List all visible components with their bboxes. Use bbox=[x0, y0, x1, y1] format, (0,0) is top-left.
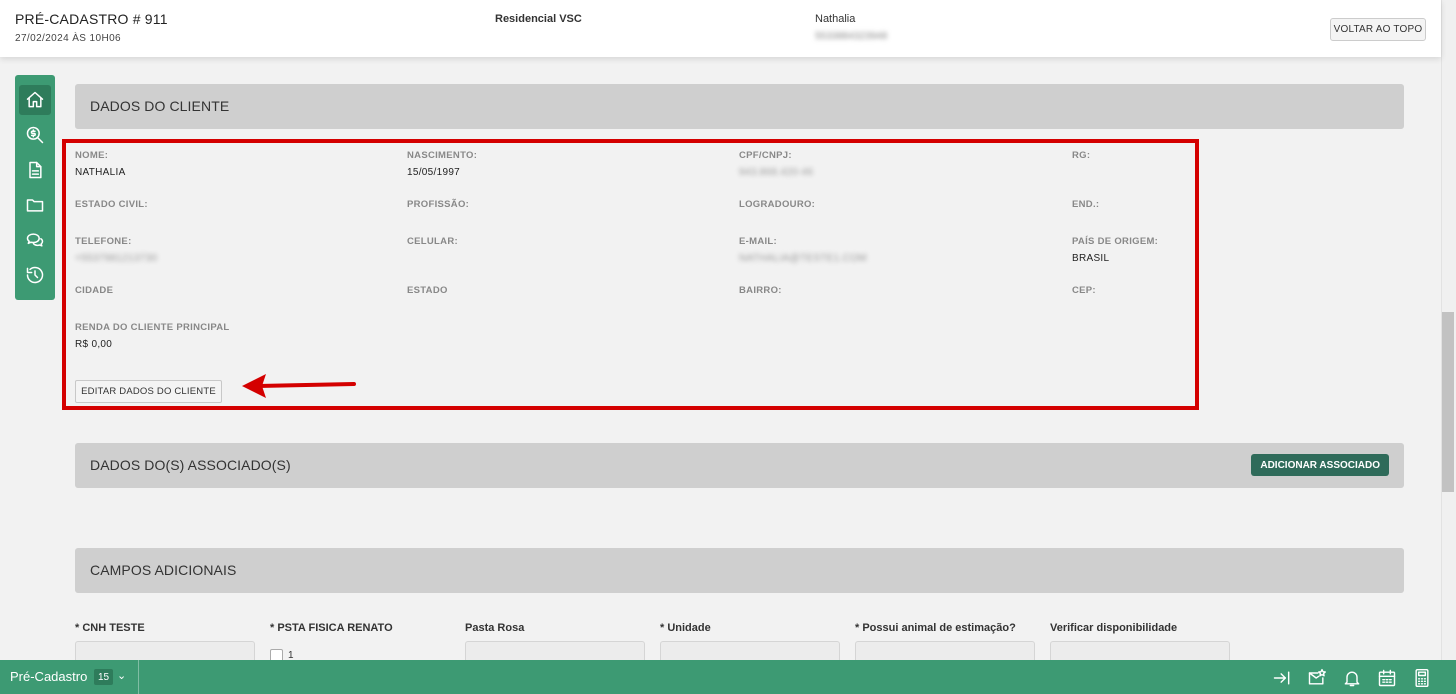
additional-section-header: CAMPOS ADICIONAIS bbox=[75, 548, 1404, 593]
field-value-nome: NATHALIA bbox=[75, 167, 126, 178]
project-name: Residencial VSC bbox=[495, 13, 582, 25]
field-value-renda: R$ 0,00 bbox=[75, 339, 113, 350]
client-section-title: DADOS DO CLIENTE bbox=[90, 98, 230, 114]
field-label-renda: RENDA DO CLIENTE PRINCIPAL bbox=[75, 322, 230, 333]
document-icon[interactable] bbox=[19, 155, 51, 185]
collapse-right-icon[interactable] bbox=[1271, 667, 1293, 689]
field-label-celular: CELULAR: bbox=[407, 236, 458, 247]
page-date: 27/02/2024 ÀS 10H06 bbox=[15, 33, 122, 44]
field-label-psta-fisica: * PSTA FISICA RENATO bbox=[270, 622, 393, 634]
field-label-estado-civil: ESTADO CIVIL: bbox=[75, 199, 148, 210]
home-icon[interactable] bbox=[19, 85, 51, 115]
bottom-bar: Pré-Cadastro 15 ⌄ bbox=[0, 660, 1456, 694]
field-value-nascimento: 15/05/1997 bbox=[407, 167, 461, 178]
calculator-icon[interactable] bbox=[1411, 667, 1433, 689]
field-value-pais: BRASIL bbox=[1072, 253, 1110, 264]
field-value-cpf: 943.868.420-46 bbox=[739, 167, 814, 178]
chevron-down-icon[interactable]: ⌄ bbox=[117, 669, 126, 682]
field-label-logradouro: LOGRADOURO: bbox=[739, 199, 816, 210]
field-label-pais: PAÍS DE ORIGEM: bbox=[1072, 236, 1159, 247]
additional-section-title: CAMPOS ADICIONAIS bbox=[90, 562, 237, 578]
field-label-nascimento: NASCIMENTO: bbox=[407, 150, 478, 161]
field-value-telefone: +5537981213730 bbox=[75, 253, 158, 264]
field-label-pasta-rosa: Pasta Rosa bbox=[465, 622, 525, 634]
field-label-cep: CEP: bbox=[1072, 285, 1096, 296]
bell-icon[interactable] bbox=[1341, 667, 1363, 689]
field-label-end: END.: bbox=[1072, 199, 1100, 210]
field-label-rg: RG: bbox=[1072, 150, 1091, 161]
scrollbar-thumb[interactable] bbox=[1442, 312, 1454, 492]
field-label-disponibilidade: Verificar disponibilidade bbox=[1050, 622, 1178, 634]
edit-client-button[interactable]: EDITAR DADOS DO CLIENTE bbox=[75, 380, 222, 403]
client-name: Nathalia bbox=[815, 13, 856, 25]
mail-star-icon[interactable] bbox=[1306, 667, 1328, 689]
field-value-email: NATHALIA@TESTE1.COM bbox=[739, 253, 867, 264]
chat-icon[interactable] bbox=[19, 225, 51, 255]
field-label-bairro: BAIRRO: bbox=[739, 285, 782, 296]
history-icon[interactable] bbox=[19, 260, 51, 290]
highlight-box bbox=[62, 139, 1199, 410]
page-title: PRÉ-CADASTRO # 911 bbox=[15, 11, 168, 27]
back-to-top-button[interactable]: VOLTAR AO TOPO bbox=[1330, 18, 1426, 41]
field-label-profissao: PROFISSÃO: bbox=[407, 199, 470, 210]
field-label-estado: ESTADO bbox=[407, 285, 448, 296]
field-label-nome: NOME: bbox=[75, 150, 109, 161]
calendar-icon[interactable] bbox=[1376, 667, 1398, 689]
folder-icon[interactable] bbox=[19, 190, 51, 220]
bottom-bar-count: 15 bbox=[94, 669, 114, 685]
field-label-telefone: TELEFONE: bbox=[75, 236, 132, 247]
client-phone: 5533884323948 bbox=[815, 31, 888, 42]
bottom-bar-divider bbox=[138, 660, 139, 694]
field-label-cidade: CIDADE bbox=[75, 285, 114, 296]
field-label-cpf: CPF/CNPJ: bbox=[739, 150, 792, 161]
field-label-unidade: * Unidade bbox=[660, 622, 711, 634]
search-dollar-icon[interactable] bbox=[19, 120, 51, 150]
associates-section-title: DADOS DO(S) ASSOCIADO(S) bbox=[90, 457, 291, 473]
associates-section-header: DADOS DO(S) ASSOCIADO(S) ADICIONAR ASSOC… bbox=[75, 443, 1404, 488]
field-label-animal: * Possui animal de estimação? bbox=[855, 622, 1016, 634]
bottom-bar-label[interactable]: Pré-Cadastro bbox=[10, 669, 87, 684]
add-associate-button[interactable]: ADICIONAR ASSOCIADO bbox=[1251, 454, 1389, 476]
annotation-arrow-icon bbox=[242, 374, 356, 398]
side-nav bbox=[15, 75, 55, 300]
client-section-header: DADOS DO CLIENTE bbox=[75, 84, 1404, 129]
field-label-cnh: * CNH TESTE bbox=[75, 622, 145, 634]
field-label-email: E-MAIL: bbox=[739, 236, 777, 247]
top-header: PRÉ-CADASTRO # 911 27/02/2024 ÀS 10H06 R… bbox=[0, 0, 1441, 57]
